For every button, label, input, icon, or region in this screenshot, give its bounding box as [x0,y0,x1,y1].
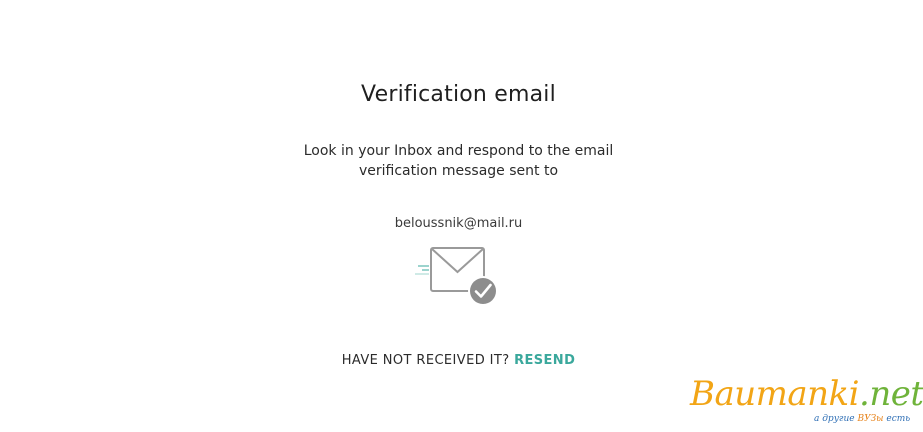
watermark-brand: Baumanki.net [690,374,923,414]
envelope-check-illustration [415,247,498,306]
not-received-label: HAVE NOT RECEIVED IT? [341,353,510,368]
instruction-line-1: Look in your Inbox and respond to the em… [303,143,614,159]
envelope-check-icon [414,244,502,308]
watermark-tagline-highlight: ВУЗы [857,414,884,424]
instruction-line-2: verification message sent to [358,163,559,179]
watermark-tagline: а другие ВУЗы есть [814,414,910,424]
verification-page: Verification email Look in your Inbox an… [0,0,923,432]
watermark-logo: Baumanki.net а другие ВУЗы есть [690,374,923,430]
watermark-domain: .net [859,374,923,414]
check-badge [470,278,496,304]
watermark-tagline-suffix: есть [883,414,911,424]
page-title: Verification email [361,82,556,107]
resend-button[interactable]: RESEND [514,353,575,368]
user-email: beloussnik@mail.ru [394,216,523,231]
resend-row: HAVE NOT RECEIVED IT? RESEND [0,353,917,368]
watermark-brand-name: Baumanki [690,374,860,414]
instruction-text: Look in your Inbox and respond to the em… [0,141,917,181]
watermark-tagline-prefix: а другие [814,414,858,424]
